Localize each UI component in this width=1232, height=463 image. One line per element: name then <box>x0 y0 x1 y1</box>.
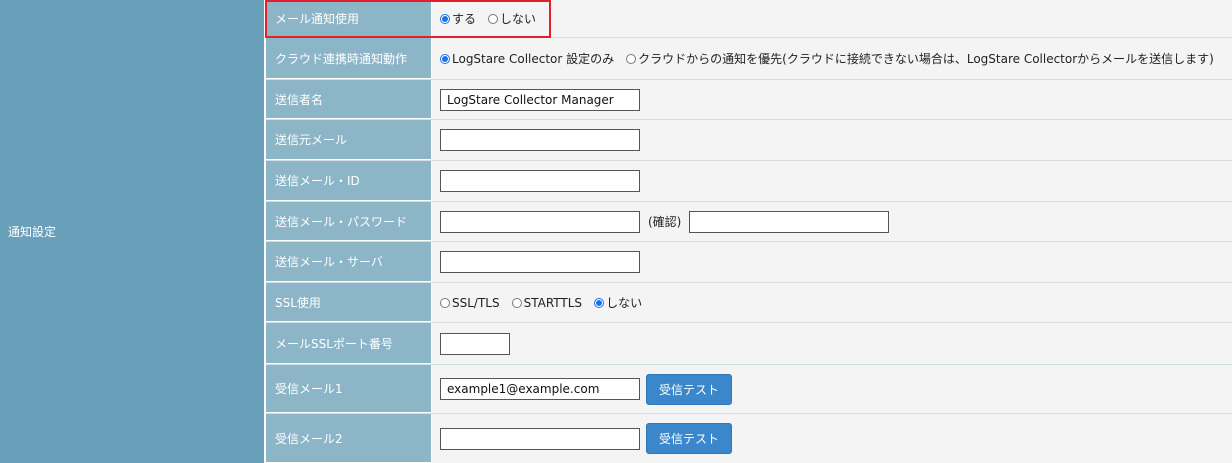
row-send-password: 送信メール・パスワード (確認) <box>266 202 1232 242</box>
notification-settings-form: 通知設定 メール通知使用 する しない クラウド連携時通知動作 LogStare… <box>0 0 1232 463</box>
label-recv2: 受信メール2 <box>266 414 432 463</box>
radio-ssl-none[interactable]: しない <box>594 294 642 311</box>
send-server-input[interactable] <box>440 251 640 273</box>
ssl-port-input[interactable] <box>440 332 510 355</box>
label-ssl: SSL使用 <box>266 283 432 322</box>
sender-mail-input[interactable] <box>440 129 640 151</box>
radio-ssl-tls[interactable]: SSL/TLS <box>440 296 500 310</box>
radio-unselected-icon <box>488 13 499 24</box>
settings-rows: メール通知使用 する しない クラウド連携時通知動作 LogStare Coll… <box>266 0 1232 463</box>
row-sender-mail: 送信元メール <box>266 120 1232 161</box>
row-send-server: 送信メール・サーバ <box>266 242 1232 283</box>
radio-selected-icon <box>594 297 605 308</box>
row-mail-notify: メール通知使用 する しない <box>266 0 1232 38</box>
radio-selected-icon <box>440 53 450 64</box>
row-ssl: SSL使用 SSL/TLS STARTTLS しない <box>266 283 1232 323</box>
radio-unselected-icon <box>511 297 522 308</box>
label-send-password: 送信メール・パスワード <box>266 202 432 241</box>
row-sender-name: 送信者名 <box>266 80 1232 120</box>
radio-mail-notify-off[interactable]: しない <box>488 10 536 27</box>
recv1-test-button[interactable]: 受信テスト <box>646 373 733 405</box>
radio-cloud-collector-only[interactable]: LogStare Collector 設定のみ <box>440 50 614 67</box>
send-password-confirm-input[interactable] <box>689 210 890 233</box>
radio-starttls[interactable]: STARTTLS <box>511 296 582 310</box>
label-recv1: 受信メール1 <box>266 365 432 413</box>
radio-mail-notify-on[interactable]: する <box>440 10 476 27</box>
row-send-id: 送信メール・ID <box>266 161 1232 202</box>
radio-unselected-icon <box>626 53 637 64</box>
label-send-server: 送信メール・サーバ <box>266 242 432 282</box>
radio-cloud-priority[interactable]: クラウドからの通知を優先(クラウドに接続できない場合は、LogStare Col… <box>626 50 1214 67</box>
sender-name-input[interactable] <box>440 88 640 111</box>
recv2-test-button[interactable]: 受信テスト <box>646 423 733 454</box>
row-cloud-action: クラウド連携時通知動作 LogStare Collector 設定のみ クラウド… <box>266 38 1232 80</box>
recv2-input[interactable] <box>440 427 640 450</box>
send-password-input[interactable] <box>440 210 640 233</box>
label-ssl-port: メールSSLポート番号 <box>266 323 432 364</box>
row-recv1: 受信メール1 受信テスト <box>266 365 1232 414</box>
row-ssl-port: メールSSLポート番号 <box>266 323 1232 365</box>
recv1-input[interactable] <box>440 378 640 400</box>
label-send-id: 送信メール・ID <box>266 161 432 201</box>
radio-unselected-icon <box>440 297 450 308</box>
password-confirm-label: (確認) <box>648 215 682 229</box>
label-mail-notify: メール通知使用 <box>266 0 432 37</box>
label-sender-name: 送信者名 <box>266 80 432 119</box>
label-cloud-action: クラウド連携時通知動作 <box>266 38 432 79</box>
radio-selected-icon <box>440 13 450 24</box>
label-sender-mail: 送信元メール <box>266 120 432 160</box>
send-id-input[interactable] <box>440 170 640 192</box>
row-recv2: 受信メール2 受信テスト <box>266 414 1232 463</box>
section-label: 通知設定 <box>0 0 265 463</box>
